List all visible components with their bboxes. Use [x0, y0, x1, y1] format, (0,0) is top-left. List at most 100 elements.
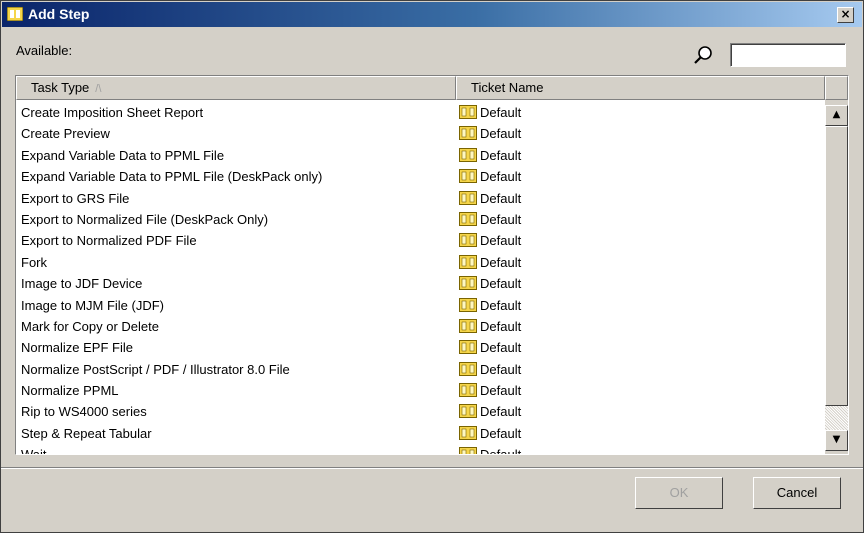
ticket-icon — [459, 254, 477, 269]
task-table: Task Type /\ Ticket Name Create Impositio… — [15, 75, 849, 455]
table-row[interactable]: Normalize PostScript / PDF / Illustrator… — [16, 359, 824, 380]
table-row[interactable]: Create Imposition Sheet Report Default — [16, 102, 824, 123]
ticket-name-label: Default — [480, 383, 522, 399]
dialog-title: Add Step — [28, 6, 90, 22]
task-type-cell: Rip to WS4000 series — [21, 404, 147, 420]
ticket-icon — [459, 361, 477, 376]
ticket-icon — [459, 147, 477, 162]
ticket-name-cell: Default — [459, 233, 521, 248]
ticket-icon — [459, 276, 477, 291]
scroll-up-button[interactable]: ▲ — [825, 105, 848, 126]
search-input[interactable] — [730, 43, 846, 67]
table-row[interactable]: Export to GRS File Default — [16, 188, 824, 209]
task-type-cell: Normalize EPF File — [21, 340, 133, 356]
ticket-icon — [459, 297, 477, 312]
app-icon — [7, 7, 23, 21]
ticket-name-label: Default — [480, 254, 522, 270]
ticket-name-label: Default — [480, 233, 522, 249]
task-type-cell: Mark for Copy or Delete — [21, 318, 159, 334]
table-row[interactable]: Fork Default — [16, 252, 824, 273]
ticket-name-label: Default — [480, 147, 522, 163]
footer-divider — [1, 467, 863, 469]
ticket-name-label: Default — [480, 190, 522, 206]
task-type-cell: Step & Repeat Tabular — [21, 425, 152, 441]
column-header-ticket-name[interactable]: Ticket Name — [456, 76, 825, 100]
scroll-track[interactable] — [825, 406, 848, 430]
ticket-icon — [459, 190, 477, 205]
ticket-icon — [459, 126, 477, 141]
ticket-name-cell: Default — [459, 404, 521, 419]
sort-ascending-icon: /\ — [95, 83, 102, 95]
table-row[interactable]: Export to Normalized PDF File Default — [16, 230, 824, 251]
ticket-name-cell: Default — [459, 318, 522, 334]
task-type-cell: Wait — [21, 447, 47, 454]
ticket-name-label: Default — [480, 276, 522, 292]
task-type-cell: Fork — [21, 254, 47, 270]
ticket-name-label: Default — [480, 211, 522, 227]
table-row[interactable]: Expand Variable Data to PPML File Default — [16, 145, 824, 166]
add-step-dialog: Add Step × Available: Task Type /\ Ticket… — [0, 0, 864, 533]
ticket-name-cell: Default — [459, 276, 521, 291]
table-row[interactable]: Export to Normalized File (DeskPack Only… — [16, 209, 824, 230]
search-icon — [694, 46, 712, 64]
ticket-name-cell: Default — [459, 190, 522, 206]
title-bar[interactable]: Add Step × — [2, 2, 862, 27]
ticket-icon — [459, 233, 477, 248]
task-type-cell: Expand Variable Data to PPML File — [21, 147, 225, 163]
ticket-icon — [459, 318, 477, 333]
task-type-cell: Export to Normalized File (DeskPack Only… — [21, 211, 269, 227]
table-row[interactable]: Expand Variable Data to PPML File (DeskP… — [16, 166, 824, 187]
ticket-name-label: Default — [480, 340, 522, 356]
close-button[interactable]: × — [837, 7, 854, 23]
table-row[interactable]: Wait Default — [16, 444, 824, 454]
table-row[interactable]: Mark for Copy or Delete Default — [16, 316, 824, 337]
ticket-name-cell: Default — [459, 425, 522, 441]
table-row[interactable]: Rip to WS4000 series Default — [16, 401, 824, 422]
task-type-cell: Normalize PPML — [21, 383, 119, 399]
ticket-name-cell: Default — [459, 383, 521, 398]
ticket-name-label: Default — [480, 169, 522, 185]
ticket-name-label: Default — [480, 126, 522, 142]
scroll-down-button[interactable]: ▼ — [825, 430, 848, 451]
header-corner — [825, 76, 848, 100]
table-row[interactable]: Create Preview Default — [16, 123, 824, 144]
table-row[interactable]: Normalize PPML Default — [16, 380, 824, 401]
table-row[interactable]: Normalize EPF File Default — [16, 337, 824, 358]
task-type-cell: Normalize PostScript / PDF / Illustrator… — [21, 361, 290, 377]
ticket-name-cell: Default — [459, 169, 521, 184]
task-type-cell: Export to Normalized PDF File — [21, 233, 197, 249]
ticket-name-cell: Default — [459, 361, 522, 377]
task-type-cell: Image to MJM File (JDF) — [21, 297, 165, 313]
ticket-icon — [459, 169, 477, 184]
available-label: Available: — [16, 43, 73, 58]
ticket-name-cell: Default — [459, 147, 522, 163]
ok-button[interactable]: OK — [635, 477, 723, 509]
scroll-thumb[interactable] — [825, 126, 848, 406]
column-label-task-type: Task Type — [31, 80, 90, 95]
ticket-name-label: Default — [480, 425, 522, 441]
vertical-scrollbar[interactable]: ▲ ▼ — [825, 100, 848, 454]
ticket-name-cell: Default — [459, 105, 521, 120]
table-header: Task Type /\ Ticket Name — [16, 76, 848, 100]
ticket-icon — [459, 105, 477, 119]
ticket-icon — [459, 340, 477, 355]
ticket-name-cell: Default — [459, 297, 522, 313]
ticket-name-label: Default — [480, 297, 522, 313]
table-row[interactable]: Image to JDF Device Default — [16, 273, 824, 294]
ticket-name-cell: Default — [459, 254, 522, 270]
task-type-cell: Export to GRS File — [21, 190, 130, 206]
table-row[interactable]: Step & Repeat Tabular Default — [16, 423, 824, 444]
cancel-button[interactable]: Cancel — [753, 477, 841, 509]
column-header-task-type[interactable]: Task Type /\ — [16, 76, 456, 100]
ticket-name-cell: Default — [459, 211, 522, 227]
ticket-icon — [459, 211, 477, 226]
ticket-name-cell: Default — [459, 447, 521, 454]
table-row[interactable]: Image to MJM File (JDF) Default — [16, 295, 824, 316]
table-body: Create Imposition Sheet Report Default Cre… — [16, 102, 824, 454]
ticket-name-label: Default — [480, 318, 522, 334]
column-label-ticket-name: Ticket Name — [471, 80, 544, 95]
task-type-cell: Image to JDF Device — [21, 276, 143, 292]
task-type-cell: Expand Variable Data to PPML File (DeskP… — [21, 169, 323, 185]
ticket-icon — [459, 447, 477, 454]
ticket-name-label: Default — [480, 361, 522, 377]
